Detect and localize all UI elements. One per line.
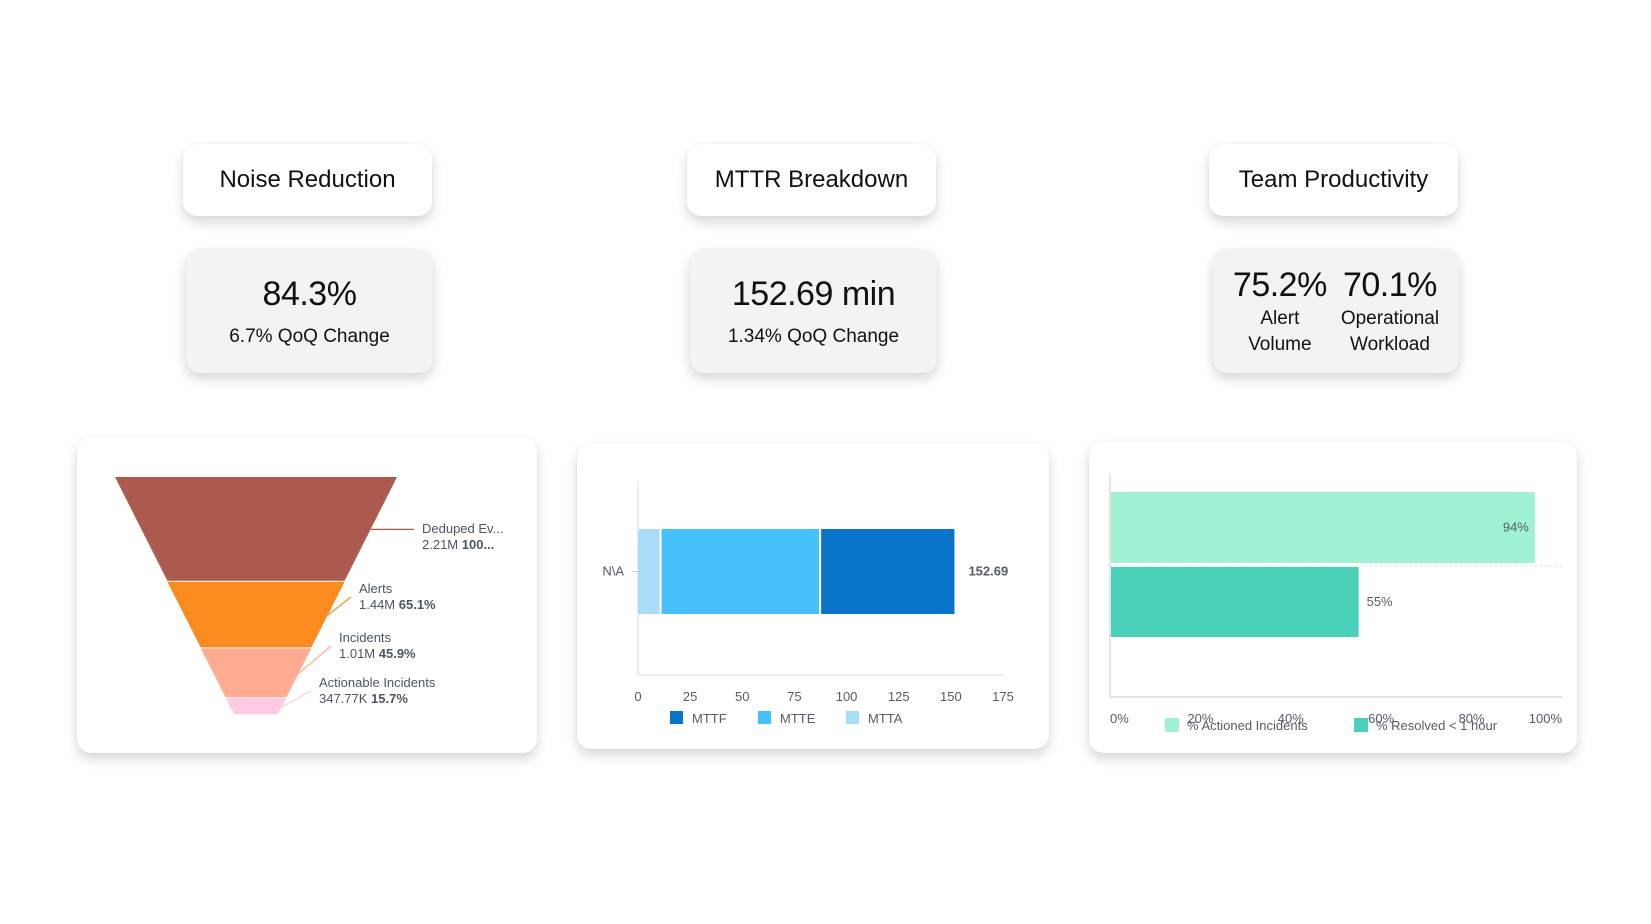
funnel-stage-value: 347.77K 15.7% (319, 691, 408, 706)
funnel-percent-text: 65.1% (399, 597, 436, 612)
x-tick-label: 175 (992, 689, 1014, 704)
legend-label-mttf: MTTF (692, 711, 727, 726)
legend-swatch-mtte (758, 711, 771, 724)
legend-label: % Resolved < 1 hour (1376, 718, 1498, 733)
alert-volume-value: 75.2% (1232, 265, 1327, 304)
bar-actioned-incidents (1111, 492, 1535, 563)
x-tick-label: 25 (683, 689, 697, 704)
bar-resolved-under-1-hour (1111, 567, 1359, 637)
bar-segment-mtte (661, 529, 820, 614)
mttr-value-card: 152.69 min 1.34% QoQ Change (690, 249, 937, 373)
funnel-chart: Deduped Ev...2.21M 100... Alerts1.44M 65.… (115, 477, 503, 714)
funnel-percent-text: 100... (462, 537, 495, 552)
legend-label-mtta: MTTA (868, 711, 903, 726)
bar-segment-mttf (821, 529, 955, 614)
operational-workload-metric: 70.1% Operational Workload (1341, 266, 1439, 357)
legend-swatch-mttf (670, 711, 683, 724)
x-tick-label: 100 (836, 689, 858, 704)
mttr-title: MTTR Breakdown (714, 166, 909, 193)
funnel-value-text: 1.44M (359, 597, 399, 612)
funnel-value-text: 2.21M (422, 537, 462, 552)
team-productivity-title-card: Team Productivity (1209, 144, 1458, 216)
legend-label-mtte: MTTE (780, 711, 816, 726)
legend-swatch (1354, 718, 1368, 732)
funnel-stage-value: 1.01M 45.9% (339, 646, 416, 661)
x-tick-label: 0 (634, 689, 641, 704)
productivity-chart-card: 94% 55% 0% 20% 40% 60% 80% 100%% Actioned Incid… (1089, 441, 1577, 753)
mttr-chart-card: N\A 152.69 0 25 50 75 100 125 150 175 MTTF MTTE MTTA (577, 443, 1049, 749)
mttr-value: 152.69 min (731, 274, 896, 313)
bar-total-label: 152.69 (968, 564, 1008, 579)
funnel-stage-label: Actionable Incidents (319, 675, 436, 690)
funnel-percent-text: 45.9% (379, 646, 416, 661)
bar-data-label: 55% (1367, 594, 1393, 609)
funnel-value-text: 1.01M (339, 646, 379, 661)
noise-reduction-title-card: Noise Reduction (183, 144, 432, 216)
operational-workload-label-line2: Workload (1349, 333, 1430, 355)
x-tick-label: 75 (787, 689, 801, 704)
operational-workload-value: 70.1% (1342, 265, 1437, 304)
team-productivity-value-card: 75.2% Alert Volume 70.1% Operational Wor… (1213, 249, 1459, 373)
funnel-stage (225, 698, 287, 714)
team-productivity-title: Team Productivity (1238, 166, 1429, 193)
x-tick-label: 0% (1110, 711, 1129, 726)
funnel-stage-value: 2.21M 100... (422, 537, 494, 552)
legend-swatch-mtta (846, 711, 859, 724)
y-tick-label: N\A (602, 564, 624, 579)
mttr-change: 1.34% QoQ Change (727, 325, 900, 347)
funnel-value-text: 347.77K (319, 691, 371, 706)
alert-volume-metric: 75.2% Alert Volume (1233, 266, 1327, 357)
noise-reduction-value-card: 84.3% 6.7% QoQ Change (186, 249, 433, 373)
funnel-stage (115, 477, 397, 581)
funnel-percent-text: 15.7% (371, 691, 408, 706)
noise-reduction-change: 6.7% QoQ Change (229, 325, 390, 347)
bar-segment-mtta (638, 529, 660, 614)
alert-volume-label-line2: Volume (1248, 333, 1312, 355)
funnel-stage (200, 648, 312, 698)
mttr-bar-chart: N\A 152.69 0 25 50 75 100 125 150 175 MTTF MTTE MTTA (602, 481, 1014, 726)
x-tick-label: 150 (940, 689, 962, 704)
bar-data-label: 94% (1503, 520, 1529, 535)
operational-workload-label-line1: Operational (1340, 307, 1440, 329)
alert-volume-label-line1: Alert (1260, 307, 1300, 329)
x-tick-label: 125 (888, 689, 910, 704)
funnel-chart-card: Deduped Ev... 2.21M 100... Alerts 1.44M 65.… (77, 437, 537, 753)
mttr-title-card: MTTR Breakdown (687, 144, 936, 216)
funnel-stage (167, 581, 345, 648)
x-tick-label: 50 (735, 689, 749, 704)
team-productivity-metrics: 75.2% Alert Volume 70.1% Operational Wor… (1233, 266, 1439, 357)
funnel-stage-value: 1.44M 65.1% (359, 597, 436, 612)
funnel-stage-label: Deduped Ev... (422, 521, 503, 536)
noise-reduction-value: 84.3% (262, 274, 357, 313)
legend-swatch (1165, 718, 1179, 732)
legend-label: % Actioned Incidents (1187, 718, 1308, 733)
funnel-stage-label: Incidents (339, 630, 392, 645)
noise-reduction-title: Noise Reduction (219, 166, 396, 193)
funnel-stage-label: Alerts (359, 581, 393, 596)
x-tick-label: 100% (1529, 711, 1563, 726)
productivity-bar-chart: 94%55%0% 20% 40% 60% 80% 100%% Actioned Incid… (1109, 474, 1563, 733)
